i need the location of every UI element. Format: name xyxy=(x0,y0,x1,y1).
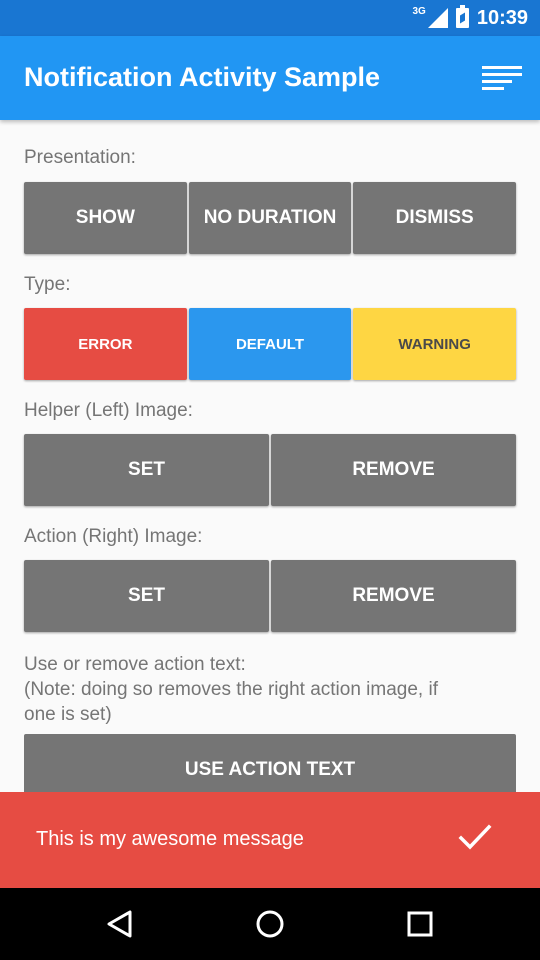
action-text-note-line: (Note: doing so removes the right action… xyxy=(24,679,438,700)
show-button[interactable]: SHOW xyxy=(24,182,187,254)
checkmark-icon[interactable] xyxy=(458,822,492,852)
status-time: 10:39 xyxy=(476,6,528,29)
action-text-note-line: Use or remove action text: xyxy=(24,654,246,675)
app-title: Notification Activity Sample xyxy=(24,62,381,92)
helper-image-remove-button[interactable]: REMOVE xyxy=(271,434,516,506)
app-bar: Notification Activity Sample xyxy=(0,36,540,120)
type-button-row: ERROR DEFAULT WARNING xyxy=(24,308,517,380)
signal-icon xyxy=(427,8,448,28)
presentation-label: Presentation: xyxy=(24,147,136,168)
helper-image-set-button[interactable]: SET xyxy=(24,434,269,506)
home-icon[interactable] xyxy=(250,906,290,942)
action-image-remove-button[interactable]: REMOVE xyxy=(271,560,516,632)
dismiss-button[interactable]: DISMISS xyxy=(353,182,517,254)
action-text-note: Use or remove action text: (Note: doing … xyxy=(24,652,514,727)
battery-charging-icon xyxy=(455,5,469,28)
recents-icon[interactable] xyxy=(400,906,440,942)
notification-message: This is my awesome message xyxy=(36,828,304,850)
status-icons: 3G 10:39 xyxy=(412,0,528,36)
type-label: Type: xyxy=(24,274,71,295)
helper-image-label: Helper (Left) Image: xyxy=(24,400,193,421)
navigation-bar xyxy=(0,888,540,960)
notification-snackbar: This is my awesome message xyxy=(0,792,540,888)
back-icon[interactable] xyxy=(100,906,140,942)
default-type-button[interactable]: DEFAULT xyxy=(188,308,352,380)
status-bar: 3G 10:39 xyxy=(0,0,540,36)
network-type-label: 3G xyxy=(412,5,426,17)
action-image-label: Action (Right) Image: xyxy=(24,526,203,547)
error-type-button[interactable]: ERROR xyxy=(24,308,187,380)
action-image-set-button[interactable]: SET xyxy=(24,560,269,632)
no-duration-button[interactable]: NO DURATION xyxy=(188,182,352,254)
presentation-button-row: SHOW NO DURATION DISMISS xyxy=(24,182,517,254)
sort-lines-icon[interactable] xyxy=(482,62,526,94)
action-image-button-row: SET REMOVE xyxy=(24,560,516,632)
warning-type-button[interactable]: WARNING xyxy=(353,308,517,380)
action-text-note-line: one is set) xyxy=(24,704,112,725)
helper-image-button-row: SET REMOVE xyxy=(24,434,516,506)
